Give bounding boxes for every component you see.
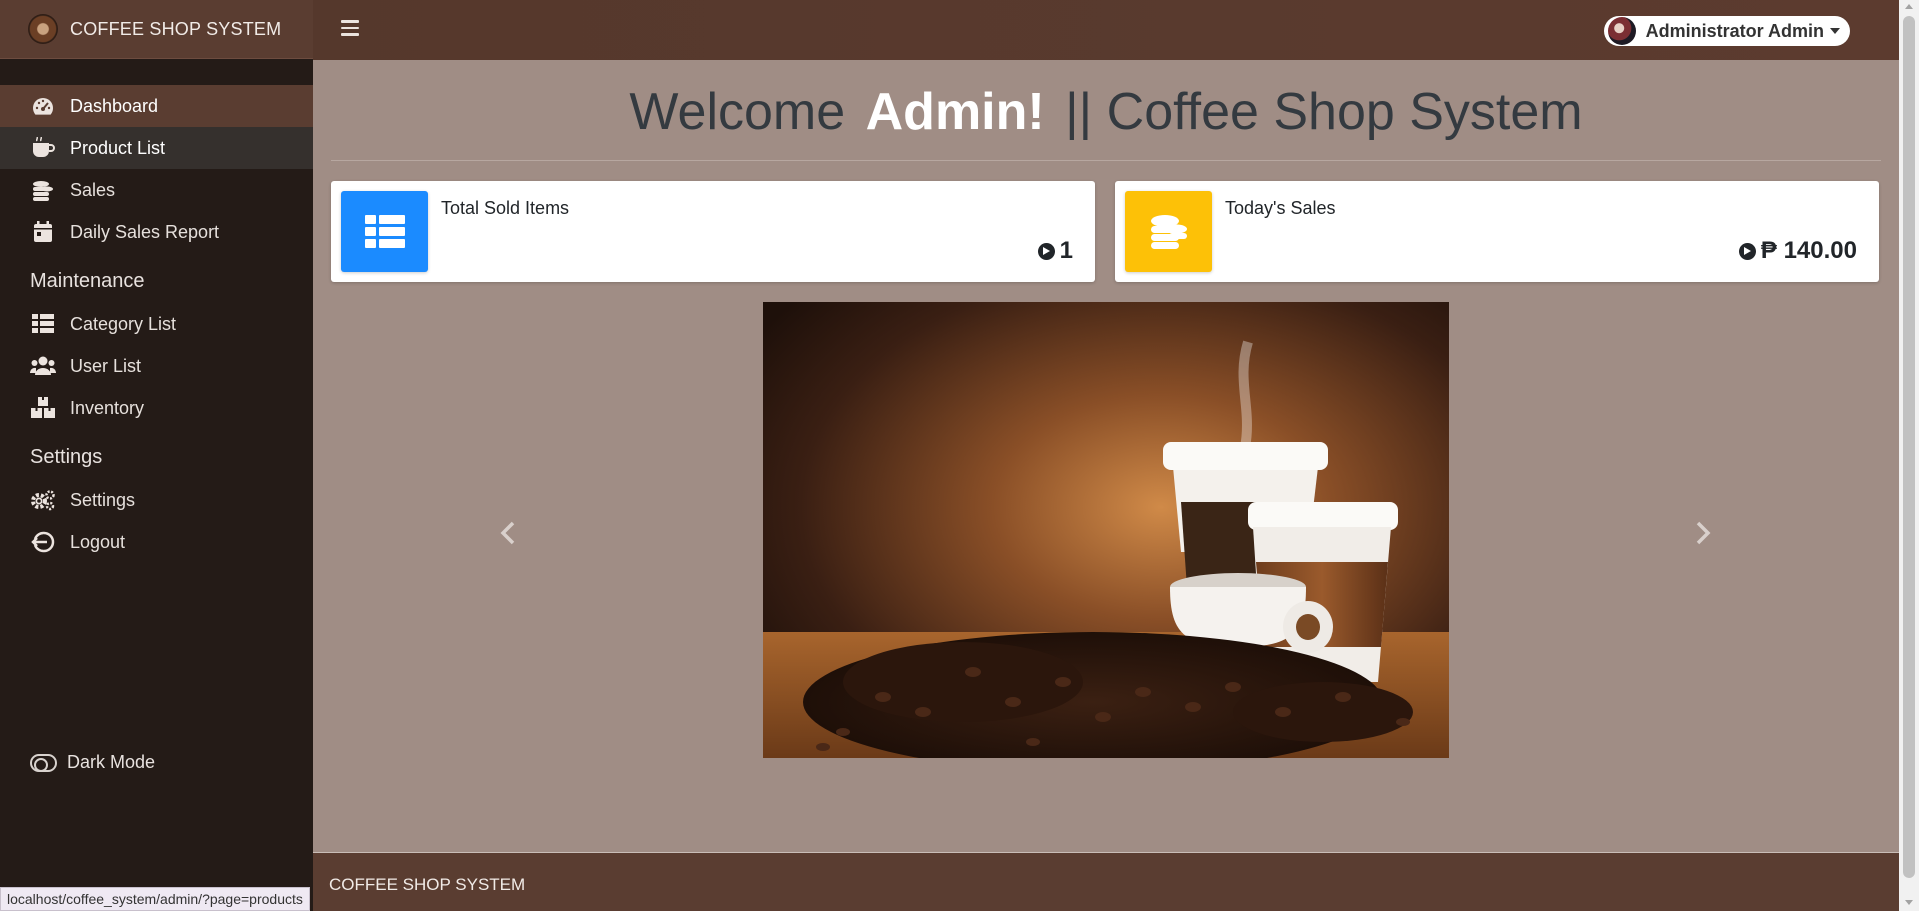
hamburger-menu-icon[interactable] — [341, 20, 359, 36]
sidebar-item-user-list[interactable]: User List — [0, 345, 313, 387]
sidebar-item-label: Daily Sales Report — [70, 221, 220, 242]
title-admin: Admin! — [865, 83, 1045, 141]
user-name: Administrator Admin — [1645, 20, 1824, 41]
arrow-circle-right-icon — [1738, 242, 1756, 260]
coins-icon — [30, 179, 56, 201]
sidebar-nav: Dashboard Product List Sales Daily Sales… — [0, 85, 313, 563]
image-carousel — [313, 302, 1899, 758]
total-sold-items-value: 1 — [1059, 237, 1073, 264]
card-label: Today's Sales — [1225, 198, 1336, 218]
main-content: Welcome Admin! || Coffee Shop System Tot… — [313, 60, 1899, 852]
footer: COFFEE SHOP SYSTEM — [313, 852, 1899, 911]
user-menu-dropdown[interactable]: Administrator Admin — [1603, 16, 1850, 46]
sidebar-item-label: Product List — [70, 137, 166, 158]
arrow-circle-right-icon — [1037, 242, 1055, 260]
sidebar-item-product-list[interactable]: Product List — [0, 127, 313, 169]
sidebar-item-logout[interactable]: Logout — [0, 521, 313, 563]
boxes-icon — [30, 397, 56, 419]
coins-icon — [1125, 191, 1212, 272]
logout-icon — [30, 531, 56, 553]
th-list-icon — [30, 313, 56, 335]
dark-mode-toggle[interactable]: Dark Mode — [30, 752, 155, 773]
chevron-right-icon — [1696, 521, 1711, 545]
card-value: ₱ 140.00 — [1738, 237, 1857, 265]
sidebar-item-label: User List — [70, 355, 142, 376]
vertical-scrollbar[interactable] — [1899, 0, 1919, 911]
sidebar-item-label: Dashboard — [70, 95, 159, 116]
th-list-icon — [341, 191, 428, 272]
coffee-logo-icon — [28, 14, 58, 44]
scroll-up-icon[interactable] — [1905, 4, 1913, 9]
footer-text: COFFEE SHOP SYSTEM — [329, 875, 526, 894]
users-icon — [30, 355, 56, 377]
sidebar-item-label: Sales — [70, 179, 116, 200]
status-bar-url: localhost/coffee_system/admin/?page=prod… — [0, 887, 310, 911]
cogs-icon — [30, 489, 56, 511]
sidebar: COFFEE SHOP SYSTEM Dashboard Product Lis… — [0, 0, 313, 911]
calendar-icon — [30, 221, 56, 243]
scroll-down-icon[interactable] — [1905, 900, 1913, 905]
carousel-next-button[interactable] — [1688, 518, 1718, 548]
carousel-slide-image — [763, 302, 1449, 758]
todays-sales-value: ₱ 140.00 — [1760, 237, 1857, 264]
carousel-prev-button[interactable] — [493, 518, 523, 548]
sidebar-item-category-list[interactable]: Category List — [0, 303, 313, 345]
topbar: Administrator Admin — [313, 0, 1899, 60]
sidebar-item-inventory[interactable]: Inventory — [0, 387, 313, 429]
chevron-left-icon — [500, 521, 515, 545]
nav-header-settings: Settings — [30, 445, 103, 468]
scrollbar-thumb[interactable] — [1903, 16, 1915, 878]
sidebar-item-label: Logout — [70, 531, 126, 552]
title-system: || Coffee Shop System — [1065, 83, 1583, 141]
card-label: Total Sold Items — [441, 198, 570, 218]
tachometer-icon — [30, 95, 56, 117]
toggle-icon — [30, 753, 57, 772]
divider — [331, 160, 1881, 161]
title-welcome: Welcome — [629, 83, 846, 141]
sidebar-item-label: Inventory — [70, 397, 145, 418]
page-title: Welcome Admin! || Coffee Shop System — [313, 82, 1899, 142]
total-sold-items-card: Total Sold Items 1 — [331, 181, 1095, 282]
brand-name: COFFEE SHOP SYSTEM — [70, 18, 282, 39]
sidebar-item-label: Settings — [70, 489, 136, 510]
todays-sales-card: Today's Sales ₱ 140.00 — [1115, 181, 1879, 282]
coffee-cup-icon — [30, 137, 56, 159]
coffee-cups-image — [763, 302, 1449, 758]
caret-down-icon — [1830, 28, 1840, 34]
sidebar-item-settings[interactable]: Settings — [0, 479, 313, 521]
sidebar-item-daily-sales-report[interactable]: Daily Sales Report — [0, 211, 313, 253]
dark-mode-label: Dark Mode — [67, 752, 156, 772]
brand[interactable]: COFFEE SHOP SYSTEM — [0, 0, 313, 59]
avatar — [1607, 17, 1636, 45]
card-value: 1 — [1037, 237, 1073, 265]
sidebar-item-dashboard[interactable]: Dashboard — [0, 85, 313, 127]
sidebar-item-label: Category List — [70, 313, 177, 334]
sidebar-item-sales[interactable]: Sales — [0, 169, 313, 211]
nav-header-maintenance: Maintenance — [30, 269, 145, 292]
